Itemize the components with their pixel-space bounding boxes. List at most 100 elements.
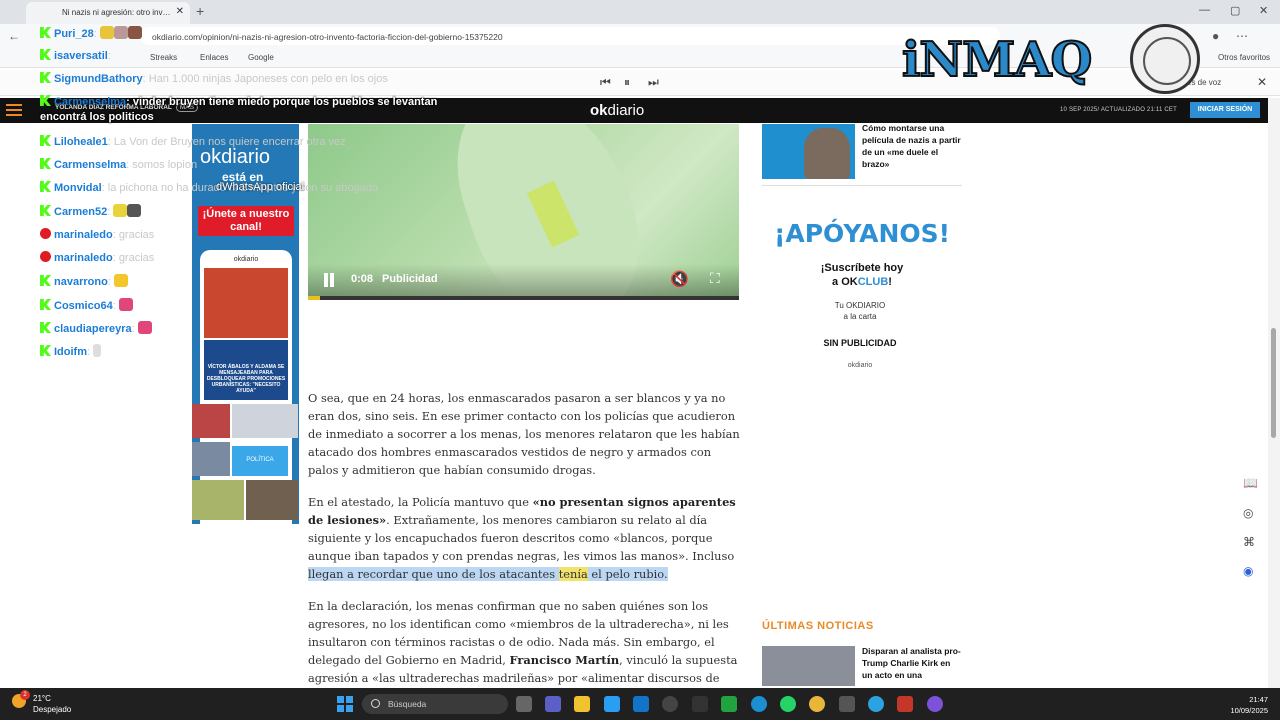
- related-headline[interactable]: Cómo montarse una película de nazis a pa…: [862, 122, 962, 170]
- browser-tab[interactable]: Ni nazis ni agresión: otro inv… ✕: [26, 2, 190, 24]
- powerpoint-icon[interactable]: [897, 696, 913, 712]
- start-button[interactable]: [337, 696, 353, 712]
- divider: [762, 185, 962, 186]
- chat-message: Monvidal: la pichona no ha durado ni 2 m…: [40, 181, 378, 197]
- youtube-icon: [40, 251, 51, 262]
- search-icon: [371, 699, 380, 708]
- minimize-icon[interactable]: —: [1199, 4, 1210, 16]
- chat-message: SigmundBathory: Han 1.000 ninjas Japones…: [40, 72, 388, 88]
- kick-icon: [40, 205, 51, 216]
- small-logo: okdiario: [847, 362, 873, 369]
- pause-icon[interactable]: [322, 273, 336, 287]
- task-view-icon[interactable]: [516, 696, 532, 712]
- pause-track-icon[interactable]: ⏸: [624, 75, 630, 90]
- obs-icon[interactable]: [927, 696, 943, 712]
- emote-icon: [113, 204, 128, 217]
- kick-icon: [40, 49, 51, 60]
- bookmark-enlaces[interactable]: Enlaces: [200, 53, 228, 62]
- green-app-icon[interactable]: [721, 696, 737, 712]
- highlighted-word: tenía: [558, 567, 588, 581]
- menu-icon[interactable]: ⋯: [1236, 29, 1248, 43]
- ad-politica-tile: POLÍTICA: [232, 446, 288, 476]
- chat-message: marinaledo: gracias: [40, 228, 154, 244]
- video-progress-bar[interactable]: [308, 296, 739, 300]
- page-scrollbar[interactable]: [1268, 98, 1280, 688]
- fullscreen-icon[interactable]: ⛶: [710, 270, 720, 287]
- bookmark-google[interactable]: Google: [248, 53, 274, 62]
- latest-news-thumbnail[interactable]: [762, 646, 855, 686]
- emote-icon: [113, 26, 128, 39]
- chat-message: Puri_28:: [40, 26, 142, 42]
- reading-mode-icon[interactable]: 📖: [1243, 476, 1258, 490]
- whatsapp-icon[interactable]: [780, 696, 796, 712]
- tab-title: Ni nazis ni agresión: otro inv…: [62, 8, 171, 17]
- right-sidebar: Cómo montarse una película de nazis a pa…: [762, 122, 962, 686]
- chatgpt-icon[interactable]: [662, 696, 678, 712]
- chat-message: Carmenselma: vinder bruyen tiene miedo p…: [40, 95, 437, 111]
- new-tab-icon[interactable]: +: [196, 3, 204, 19]
- video-ad-label: Publicidad: [382, 273, 438, 285]
- ad-phone-logo: okdiario: [233, 256, 259, 263]
- close-tab-icon[interactable]: ✕: [176, 6, 184, 17]
- profile-icon[interactable]: ●: [1212, 29, 1219, 43]
- latest-news-headline[interactable]: Disparan al analista pro-Trump Charlie K…: [862, 645, 962, 681]
- emote-icon: [127, 204, 142, 217]
- chat-message: Liloheale1: La Von der Bruyen nos quiere…: [40, 135, 346, 151]
- subscribe-text[interactable]: ¡Suscríbete hoy a OKCLUB!: [762, 261, 962, 289]
- headline-thumbnail[interactable]: [762, 124, 855, 179]
- chat-message: Carmenselma: somos lopion: [40, 158, 197, 174]
- emote-icon: [127, 26, 142, 39]
- chrome-icon[interactable]: [809, 696, 825, 712]
- next-track-icon[interactable]: ⏭: [648, 75, 659, 90]
- emote-icon: [118, 298, 133, 311]
- outlook-icon[interactable]: [633, 696, 649, 712]
- telegram-icon[interactable]: [868, 696, 884, 712]
- kick-icon: [40, 322, 51, 333]
- extensions-icon[interactable]: ⌘: [1243, 535, 1255, 549]
- close-media-icon[interactable]: ✕: [1257, 75, 1267, 89]
- taskbar-search[interactable]: Búsqueda: [362, 694, 508, 714]
- chat-message: navarrono:: [40, 274, 128, 290]
- kick-icon: [40, 275, 51, 286]
- other-bookmarks[interactable]: Otros favoritos: [1218, 53, 1270, 62]
- video-controls: 0:08 Publicidad 🔇 ⛶: [308, 264, 739, 300]
- hamburger-menu-icon[interactable]: [6, 104, 22, 116]
- maximize-icon[interactable]: ▢: [1230, 4, 1240, 17]
- no-ads-label: SIN PUBLICIDAD: [823, 338, 897, 348]
- url-input[interactable]: okdiario.com/opinion/ni-nazis-ni-agresio…: [140, 27, 1000, 45]
- kick-icon: [40, 158, 51, 169]
- close-window-icon[interactable]: ✕: [1259, 4, 1268, 17]
- support-heading[interactable]: ¡APÓYANOS!: [762, 219, 962, 248]
- join-channel-button[interactable]: ¡Únete a nuestro canal!: [198, 206, 294, 236]
- emote-icon: [137, 321, 152, 334]
- chat-message: marinaledo: gracias: [40, 251, 154, 267]
- article-body: O sea, que en 24 horas, los enmascarados…: [308, 389, 740, 701]
- app-icon-2[interactable]: [839, 696, 855, 712]
- location-icon[interactable]: ◎: [1243, 506, 1253, 520]
- system-clock[interactable]: 21:47 10/09/2025: [1216, 694, 1268, 716]
- teams-icon[interactable]: [545, 696, 561, 712]
- chat-message-continued: encontrá los politicos: [40, 111, 154, 123]
- tab-strip: Ni nazis ni agresión: otro inv… ✕ + — ▢ …: [0, 0, 1280, 24]
- back-icon[interactable]: ←: [8, 29, 20, 43]
- assistant-icon[interactable]: ◉: [1243, 564, 1253, 578]
- site-logo[interactable]: okdiario: [590, 102, 644, 119]
- previous-track-icon[interactable]: ⏮: [600, 75, 611, 90]
- video-player[interactable]: 0:08 Publicidad 🔇 ⛶: [308, 124, 739, 300]
- bookmark-streaks[interactable]: Streaks: [150, 53, 177, 62]
- highlighted-text: llegan a recordar que uno de los atacant…: [308, 567, 559, 581]
- login-button[interactable]: INICIAR SESIÓN: [1190, 102, 1260, 118]
- app-icon[interactable]: [692, 696, 708, 712]
- latest-news-heading: ÚLTIMAS NOTICIAS: [762, 620, 874, 632]
- chat-message: Carmen52:: [40, 204, 142, 220]
- file-explorer-icon[interactable]: [574, 696, 590, 712]
- kick-icon: [40, 299, 51, 310]
- mute-icon[interactable]: 🔇: [670, 270, 689, 288]
- kick-icon: [40, 95, 51, 106]
- notification-badge: 2: [20, 690, 30, 700]
- emote-icon: [99, 26, 114, 39]
- edge-icon[interactable]: [751, 696, 767, 712]
- store-icon[interactable]: [604, 696, 620, 712]
- chat-message: Idoifm:: [40, 344, 102, 360]
- stream-brand-logo: iNMAQ: [901, 24, 1202, 94]
